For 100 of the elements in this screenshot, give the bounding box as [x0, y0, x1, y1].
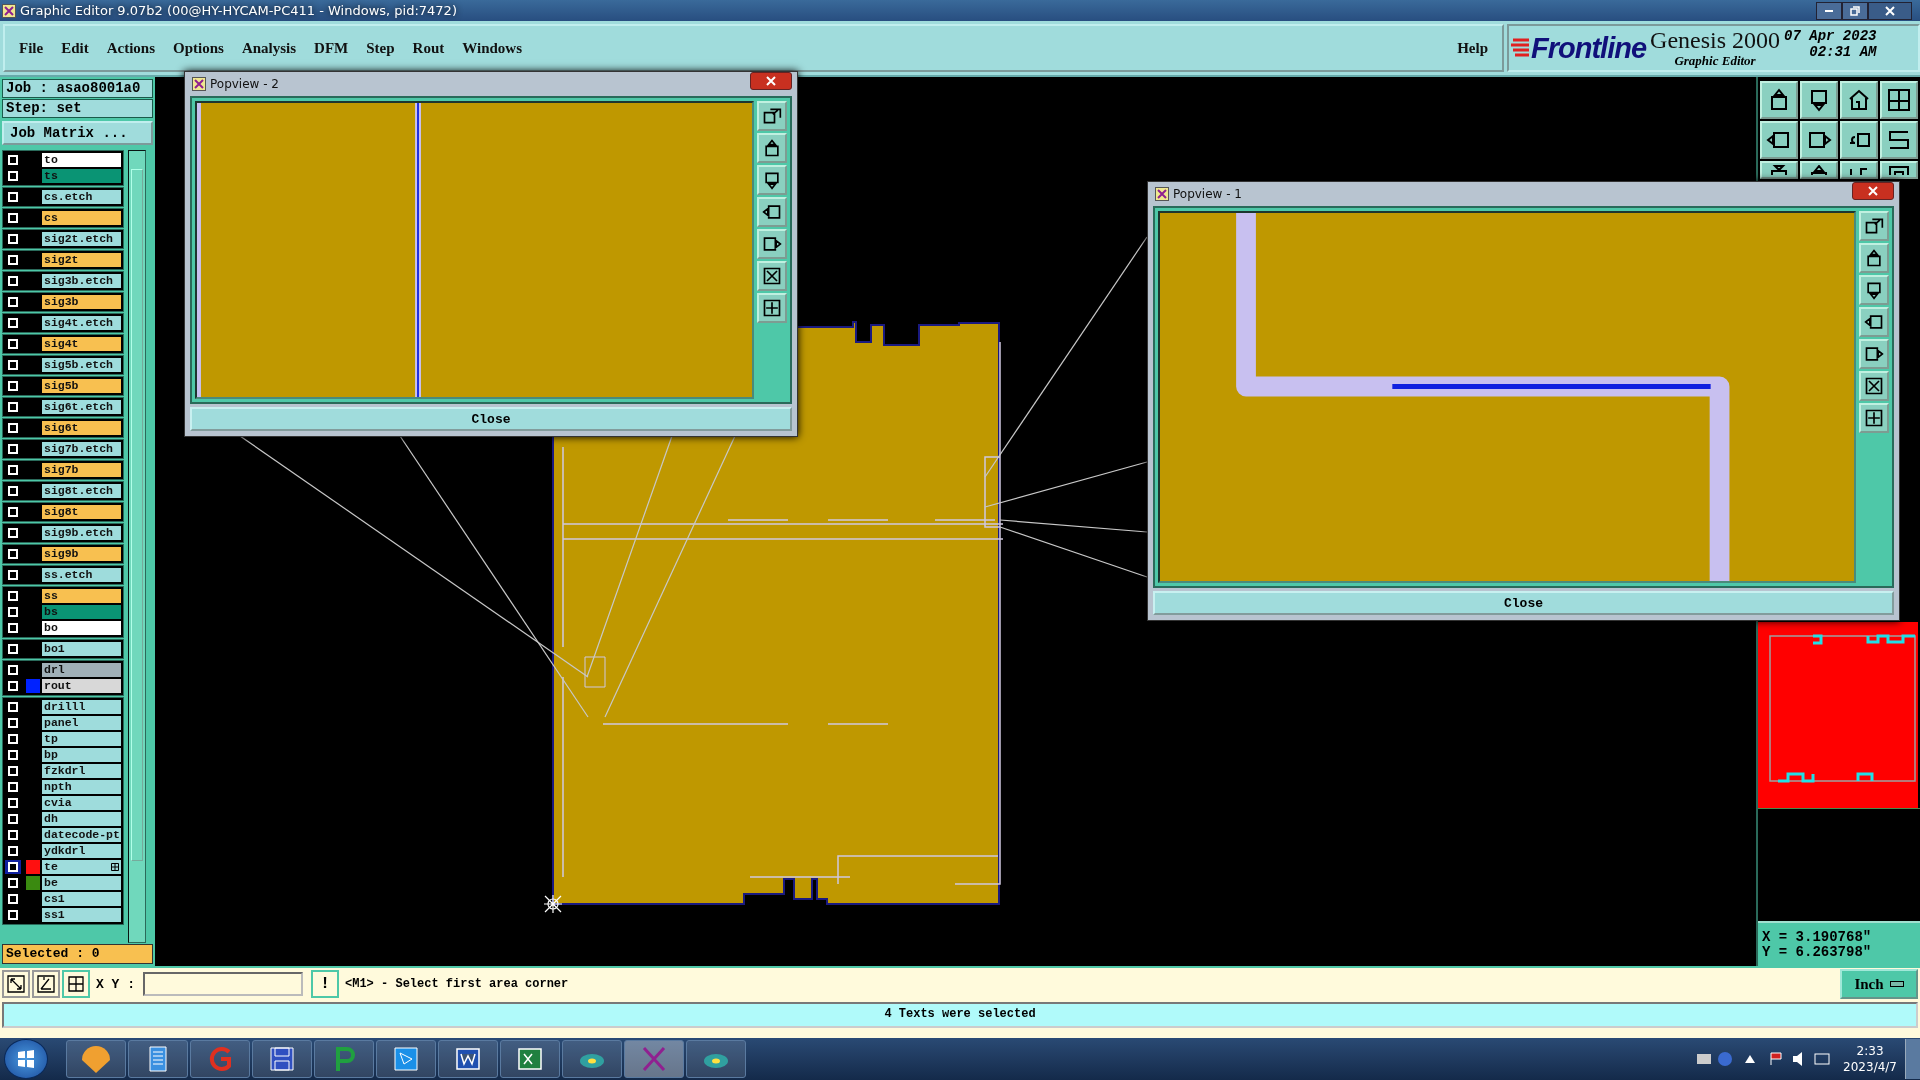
layer-name[interactable]: ydkdrl — [42, 844, 121, 858]
layer-name[interactable]: sig3b.etch — [42, 274, 121, 288]
layer-name[interactable]: ss.etch — [42, 568, 121, 582]
taskbar-app-button[interactable] — [686, 1040, 746, 1078]
view-tool-button[interactable] — [757, 133, 787, 163]
taskbar-app-button[interactable] — [314, 1040, 374, 1078]
layer-name[interactable]: cs — [42, 211, 121, 225]
menu-item[interactable]: Options — [173, 39, 224, 57]
layer-name[interactable]: datecode-pt — [42, 828, 121, 842]
alert-button[interactable]: ! — [311, 970, 339, 998]
taskbar-app-button[interactable] — [500, 1040, 560, 1078]
close-button[interactable] — [750, 72, 792, 90]
layer-name[interactable]: sig7b.etch — [42, 442, 121, 456]
layer-name[interactable]: cs.etch — [42, 190, 121, 204]
layer-name[interactable]: npth — [42, 780, 121, 794]
layer-name[interactable]: sig2t — [42, 253, 121, 267]
taskbar-app-button[interactable] — [66, 1040, 126, 1078]
layer-name[interactable]: dh — [42, 812, 121, 826]
view-tool-button[interactable] — [1859, 371, 1889, 401]
taskbar-app-button[interactable] — [438, 1040, 498, 1078]
view-tool-button[interactable] — [1859, 339, 1889, 369]
layer-name[interactable]: ss — [42, 589, 121, 603]
layer-name[interactable]: drl — [42, 663, 121, 677]
grid-snap-button[interactable] — [62, 970, 90, 998]
layer-name[interactable]: tp — [42, 732, 121, 746]
layer-name[interactable]: bp — [42, 748, 121, 762]
job-matrix-button[interactable]: Job Matrix ... — [2, 121, 153, 145]
diagonal-arrow-button[interactable] — [2, 970, 30, 998]
view-tool-button[interactable] — [1859, 243, 1889, 273]
taskbar-app-button[interactable] — [128, 1040, 188, 1078]
scroll-bar[interactable] — [128, 150, 146, 943]
toolbar-button[interactable] — [1760, 161, 1798, 179]
layer-name[interactable]: bo1 — [42, 642, 121, 656]
toolbar-button[interactable] — [1800, 81, 1838, 119]
layer-name[interactable]: drilll — [42, 700, 121, 714]
close-button[interactable]: Close — [190, 407, 792, 431]
menu-item[interactable]: Edit — [61, 39, 89, 57]
toolbar-button[interactable] — [1800, 121, 1838, 159]
view-tool-button[interactable] — [757, 197, 787, 227]
view-tool-button[interactable] — [1859, 307, 1889, 337]
layer-name[interactable]: be — [42, 876, 121, 890]
coordinate-input[interactable] — [143, 972, 303, 996]
layer-name[interactable]: to — [42, 153, 121, 167]
layer-name[interactable]: ts — [42, 169, 121, 183]
units-dropdown[interactable]: Inch — [1840, 969, 1918, 999]
layer-name[interactable]: sig4t — [42, 337, 121, 351]
layer-name[interactable]: sig6t.etch — [42, 400, 121, 414]
view-tool-button[interactable] — [757, 293, 787, 323]
start-button[interactable] — [4, 1039, 48, 1079]
taskbar-app-button[interactable] — [252, 1040, 312, 1078]
layer-name[interactable]: sig3b — [42, 295, 121, 309]
taskbar-app-button[interactable] — [376, 1040, 436, 1078]
layer-name[interactable]: sig9b — [42, 547, 121, 561]
layer-name[interactable]: rout — [42, 679, 121, 693]
close-button[interactable] — [1868, 1, 1912, 20]
menu-item[interactable]: File — [19, 39, 44, 57]
layer-name[interactable]: bs — [42, 605, 121, 619]
toolbar-button[interactable] — [1840, 161, 1878, 179]
layer-name[interactable]: cvia — [42, 796, 121, 810]
layer-name[interactable]: sig9b.etch — [42, 526, 121, 540]
menu-item[interactable]: DFM — [314, 39, 349, 57]
layer-name[interactable]: sig6t — [42, 421, 121, 435]
angle-measure-button[interactable] — [32, 970, 60, 998]
layer-name[interactable]: sig8t — [42, 505, 121, 519]
close-button[interactable]: Close — [1153, 591, 1894, 615]
view-tool-button[interactable] — [1859, 275, 1889, 305]
restore-button[interactable] — [1842, 1, 1868, 20]
layer-name[interactable]: sig5b — [42, 379, 121, 393]
menu-item[interactable]: Step — [366, 39, 395, 57]
toolbar-button[interactable] — [1880, 161, 1918, 179]
taskbar-app-button[interactable] — [562, 1040, 622, 1078]
layer-name[interactable]: sig2t.etch — [42, 232, 121, 246]
layer-name[interactable]: bo — [42, 621, 121, 635]
toolbar-button[interactable] — [1880, 81, 1918, 119]
menu-item[interactable]: Actions — [106, 39, 155, 57]
toolbar-button[interactable] — [1760, 121, 1798, 159]
layer-name[interactable]: cs1 — [42, 892, 121, 906]
minimize-button[interactable] — [1816, 1, 1842, 20]
layer-name[interactable]: sig8t.etch — [42, 484, 121, 498]
view-tool-button[interactable] — [757, 101, 787, 131]
layer-name[interactable]: sig5b.etch — [42, 358, 121, 372]
close-button[interactable] — [1852, 182, 1894, 200]
toolbar-button[interactable] — [1800, 161, 1838, 179]
layer-name[interactable]: fzkdrl — [42, 764, 121, 778]
toolbar-button[interactable] — [1880, 121, 1918, 159]
menu-item[interactable]: Rout — [412, 39, 445, 57]
toolbar-button[interactable] — [1840, 121, 1878, 159]
menu-item[interactable]: Windows — [462, 39, 522, 57]
layer-name[interactable]: panel — [42, 716, 121, 730]
view-tool-button[interactable] — [757, 165, 787, 195]
layer-name[interactable]: sig4t.etch — [42, 316, 121, 330]
help-menu[interactable]: Help — [1457, 39, 1488, 57]
toolbar-button[interactable] — [1840, 81, 1878, 119]
toolbar-button[interactable] — [1760, 81, 1798, 119]
view-tool-button[interactable] — [1859, 403, 1889, 433]
view-tool-button[interactable] — [757, 229, 787, 259]
view-tool-button[interactable] — [757, 261, 787, 291]
layer-name[interactable]: te — [42, 860, 121, 874]
menu-item[interactable]: Analysis — [241, 39, 297, 57]
view-tool-button[interactable] — [1859, 211, 1889, 241]
